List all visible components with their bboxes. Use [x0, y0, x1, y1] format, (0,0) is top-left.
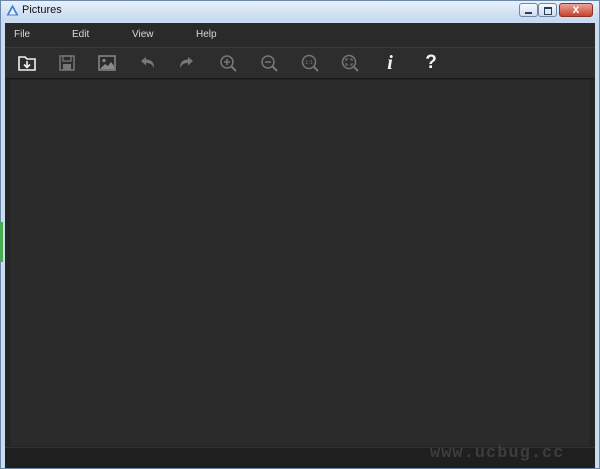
actual-size-icon: 1:1: [301, 54, 319, 72]
menu-view[interactable]: View: [132, 29, 154, 40]
zoom-in-icon: [220, 55, 237, 72]
menu-bar: File Edit View Help: [5, 23, 595, 47]
app-logo-icon: [6, 4, 19, 16]
title-bar[interactable]: Pictures x: [1, 1, 599, 21]
zoom-in-button[interactable]: [217, 52, 239, 74]
zoom-out-icon: [261, 55, 278, 72]
open-button[interactable]: [16, 52, 38, 74]
help-button[interactable]: ?: [420, 52, 442, 74]
fit-to-window-icon: [341, 54, 359, 72]
app-client-area: File Edit View Help 1:1 i ?: [5, 23, 595, 468]
open-folder-icon: [18, 56, 36, 71]
maximize-button[interactable]: [538, 3, 557, 17]
save-button[interactable]: [56, 52, 78, 74]
close-icon: x: [572, 2, 580, 16]
undo-button[interactable]: [136, 52, 158, 74]
fit-to-window-button[interactable]: [339, 52, 361, 74]
close-button[interactable]: x: [559, 2, 593, 17]
info-button[interactable]: i: [379, 52, 401, 74]
menu-file[interactable]: File: [14, 29, 30, 40]
menu-edit[interactable]: Edit: [72, 29, 89, 40]
redo-button[interactable]: [176, 52, 198, 74]
undo-icon: [141, 57, 154, 68]
image-viewport[interactable]: [9, 79, 591, 447]
watermark-text: www.ucbug.cc: [430, 444, 565, 463]
window-frame: Pictures x File Edit View Help 1:1 i ?: [0, 0, 600, 469]
minimize-button[interactable]: [519, 3, 538, 17]
menu-help[interactable]: Help: [196, 29, 217, 40]
image-button[interactable]: [96, 52, 118, 74]
image-icon: [98, 55, 116, 71]
background-window-edge: [0, 222, 3, 262]
window-title: Pictures: [22, 4, 62, 16]
zoom-out-button[interactable]: [258, 52, 280, 74]
save-icon: [59, 55, 75, 71]
redo-icon: [180, 57, 193, 68]
info-icon: i: [387, 52, 393, 74]
toolbar: 1:1 i ?: [5, 47, 595, 79]
actual-size-button[interactable]: 1:1: [299, 52, 321, 74]
help-icon: ?: [425, 52, 437, 73]
actual-size-label: 1:1: [305, 60, 313, 66]
